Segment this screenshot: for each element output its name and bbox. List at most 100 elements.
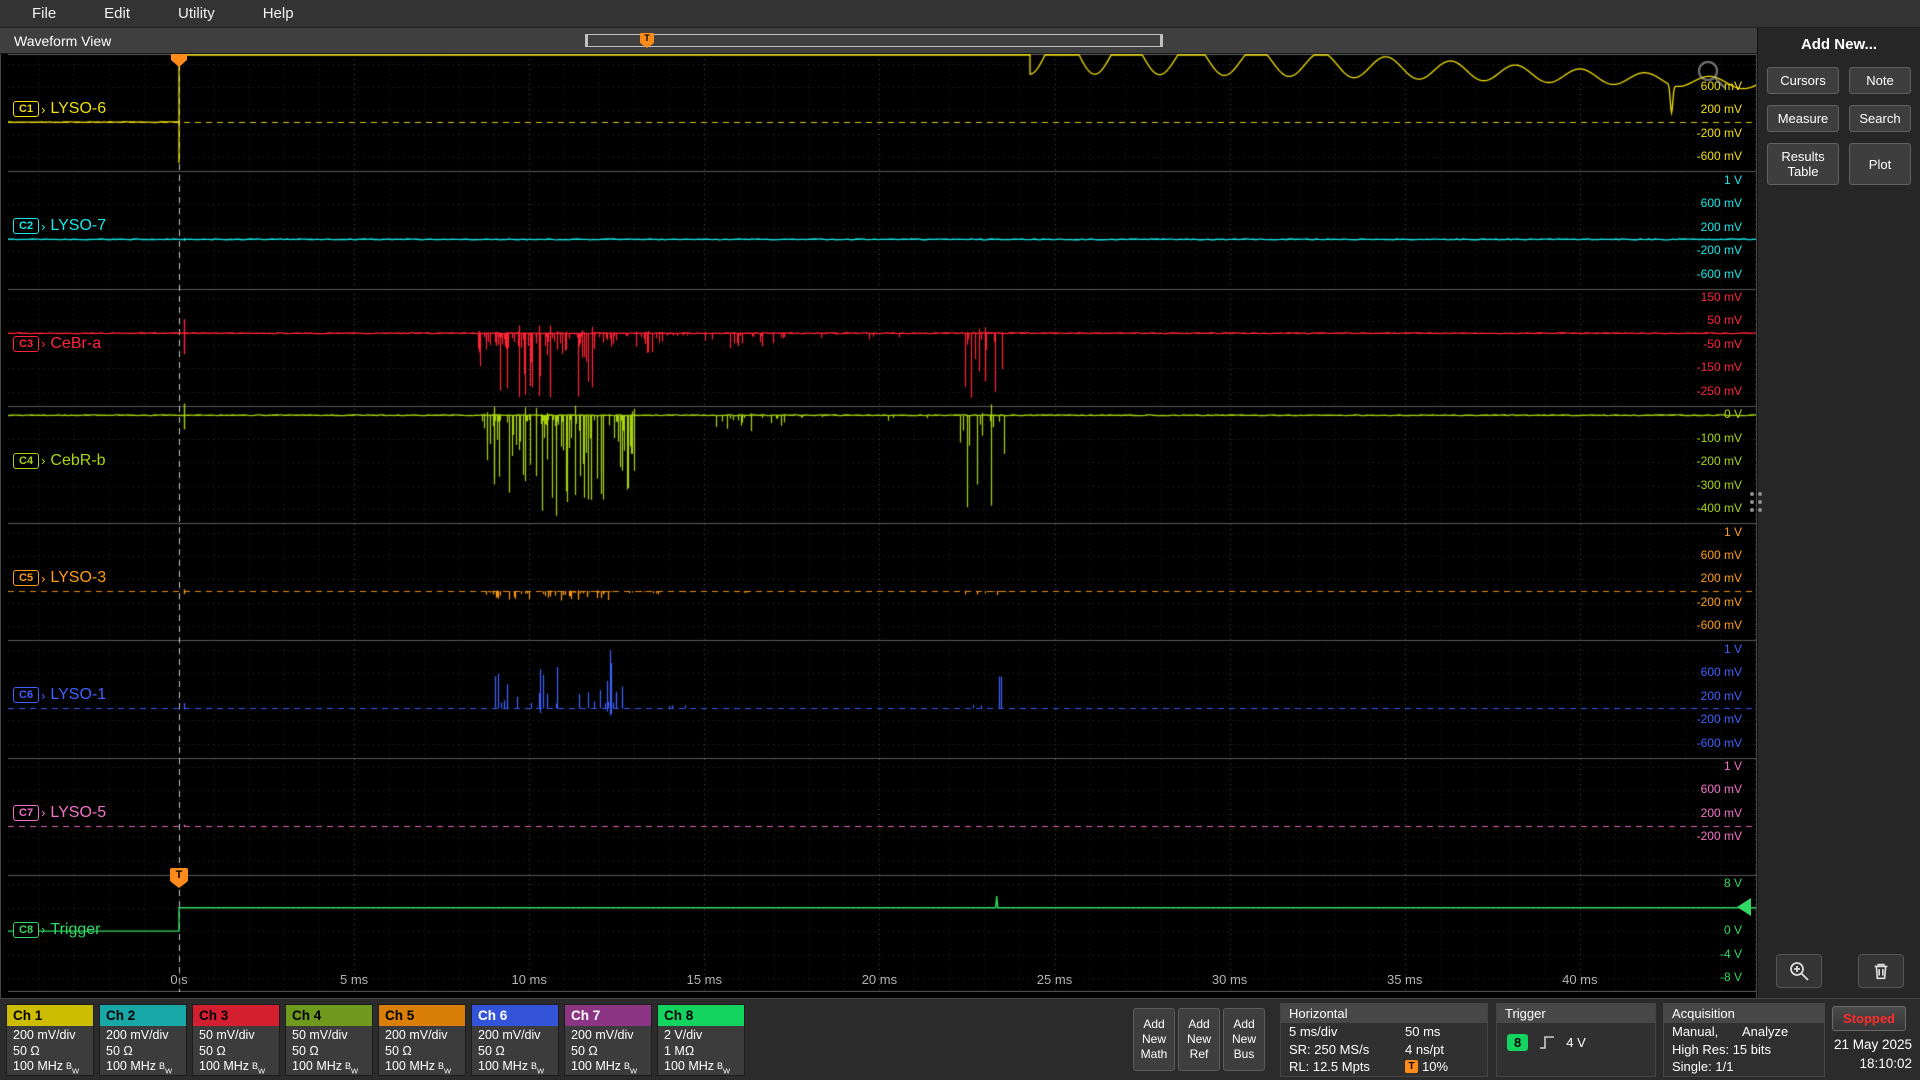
- channel-tag-arrow-icon: ›: [41, 101, 46, 117]
- channel-name-C2: LYSO-7: [50, 217, 107, 235]
- sidebar-button-search[interactable]: Search: [1849, 105, 1911, 132]
- bottom-channel-badge-5[interactable]: Ch 5 200 mV/div 50 Ω 100 MHz BW: [378, 1004, 466, 1076]
- sidebar-button-plot[interactable]: Plot: [1849, 143, 1911, 185]
- panel-drag-handle[interactable]: [1750, 492, 1762, 512]
- channel-tag-arrow-icon: ›: [41, 687, 46, 703]
- channel-tag-C3: C3: [13, 335, 40, 352]
- bottom-channel-badge-3[interactable]: Ch 3 50 mV/div 50 Ω 100 MHz BW: [192, 1004, 280, 1076]
- channel-tag-C6: C6: [13, 687, 40, 704]
- scale-label-C3-4: -250 mV: [1696, 383, 1742, 398]
- time-label: 18:10:02: [1859, 1056, 1912, 1071]
- bottom-channel-badge-1[interactable]: Ch 1 200 mV/div 50 Ω 100 MHz BW: [6, 1004, 94, 1076]
- channel-badge-label: Ch 2: [100, 1005, 186, 1026]
- add-new-title: Add New...: [1800, 36, 1878, 53]
- channel-badge-C3[interactable]: C3 › CeBr-a: [13, 335, 101, 353]
- channel-badge-C7[interactable]: C7 › LYSO-5: [13, 804, 106, 822]
- channel-name-C6: LYSO-1: [50, 686, 107, 704]
- trigger-level-t-icon: T: [170, 868, 188, 882]
- scale-label-C1-3: -600 mV: [1696, 149, 1742, 164]
- horizontal-panel[interactable]: Horizontal 5 ms/div 50 ms SR: 250 MS/s 4 n…: [1280, 1003, 1488, 1077]
- trigger-panel[interactable]: Trigger 8 4 V: [1496, 1003, 1656, 1077]
- scale-label-C4-1: -100 mV: [1696, 430, 1742, 445]
- horizontal-scale: 5 ms/div: [1289, 1024, 1338, 1039]
- scale-label-C2-4: -600 mV: [1696, 266, 1742, 281]
- setting-line: 100 MHz BW: [664, 1059, 731, 1076]
- channel8-reference-arrow-icon[interactable]: [1737, 898, 1751, 916]
- scale-label-C5-4: -600 mV: [1696, 618, 1742, 633]
- sidebar-button-cursors[interactable]: Cursors: [1767, 67, 1839, 94]
- waveform-canvas[interactable]: [8, 54, 1756, 992]
- scale-label-C7-1: 600 mV: [1700, 782, 1742, 797]
- channel-badge-label: Ch 4: [286, 1005, 372, 1026]
- trigger-position-marker[interactable]: T: [640, 33, 654, 48]
- channel-badge-C4[interactable]: C4 › CebR-b: [13, 452, 106, 470]
- channel-tag-arrow-icon: ›: [41, 805, 46, 820]
- setting-line: 50 Ω: [478, 1043, 505, 1058]
- scale-label-C4-0: 0 V: [1723, 407, 1742, 422]
- setting-line: 50 mV/div: [292, 1028, 348, 1042]
- menu-file[interactable]: File: [8, 5, 80, 22]
- channel-badge-C6[interactable]: C6 › LYSO-1: [13, 686, 106, 704]
- channel-badge-settings: 200 mV/div 50 Ω 100 MHz BW: [7, 1026, 93, 1076]
- setting-line: 50 Ω: [13, 1043, 40, 1058]
- setting-line: 100 MHz BW: [292, 1059, 359, 1076]
- scale-label-C5-1: 600 mV: [1700, 547, 1742, 562]
- horizontal-sample-rate: SR: 250 MS/s: [1289, 1041, 1370, 1057]
- channel-name-C7: LYSO-5: [50, 803, 107, 821]
- setting-line: 50 Ω: [106, 1043, 133, 1058]
- add-new-ref-button[interactable]: Add New Ref: [1178, 1008, 1220, 1071]
- menu-edit[interactable]: Edit: [80, 5, 154, 22]
- scale-label-C3-3: -150 mV: [1696, 360, 1742, 375]
- sidebar-button-note[interactable]: Note: [1849, 67, 1911, 94]
- add-new-math-button[interactable]: Add New Math: [1133, 1008, 1175, 1071]
- scale-label-C6-4: -600 mV: [1696, 735, 1742, 750]
- setting-line: 100 MHz BW: [106, 1059, 173, 1076]
- scale-label-C3-1: 50 mV: [1707, 313, 1742, 328]
- menu-utility[interactable]: Utility: [154, 5, 239, 22]
- channel-badge-C5[interactable]: C5 › LYSO-3: [13, 569, 106, 587]
- horizontal-resolution: 4 ns/pt: [1405, 1041, 1445, 1057]
- bandwidth-limit-sub: W: [630, 1066, 638, 1076]
- scale-label-C4-3: -300 mV: [1696, 477, 1742, 492]
- bottom-channel-badge-8[interactable]: Ch 82 V/div 1 MΩ 100 MHz BW: [657, 1004, 745, 1076]
- bottom-bar: Ch 1 200 mV/div 50 Ω 100 MHz BW Ch 2 200 mV/di…: [0, 998, 1920, 1080]
- bottom-channel-badge-7[interactable]: Ch 7 200 mV/div 50 Ω 100 MHz BW: [564, 1004, 652, 1076]
- scale-label-C1-1: 200 mV: [1700, 102, 1742, 117]
- menu-help[interactable]: Help: [239, 5, 318, 22]
- zoom-tool-button[interactable]: [1776, 954, 1822, 988]
- channel-tag-arrow-icon: ›: [41, 570, 46, 586]
- trigger-level-marker[interactable]: T: [170, 868, 188, 888]
- channel-badge-C2[interactable]: C2 › LYSO-7: [13, 217, 106, 235]
- setting-line: 50 Ω: [292, 1043, 319, 1058]
- setting-line: 200 mV/div: [478, 1028, 541, 1042]
- bottom-channel-badge-6[interactable]: Ch 6 200 mV/div 50 Ω 100 MHz BW: [471, 1004, 559, 1076]
- trash-icon: [1874, 963, 1888, 980]
- trigger-position-icon: T: [1405, 1060, 1418, 1074]
- run-state-button[interactable]: Stopped: [1832, 1006, 1906, 1031]
- channel-badge-settings: 200 mV/div 50 Ω 100 MHz BW: [565, 1026, 651, 1076]
- scale-label-C7-2: 200 mV: [1700, 805, 1742, 820]
- horizontal-record-length: RL: 12.5 Mpts: [1289, 1059, 1370, 1074]
- add-new-bus-button[interactable]: Add New Bus: [1223, 1008, 1265, 1071]
- scale-label-C6-2: 200 mV: [1700, 688, 1742, 703]
- horizontal-position: 10%: [1422, 1059, 1449, 1074]
- rising-edge-icon: [1540, 1036, 1555, 1049]
- sidebar-button-measure[interactable]: Measure: [1767, 105, 1839, 132]
- trigger-level-value: 4 V: [1566, 1034, 1586, 1050]
- scale-label-C8-1: 0 V: [1723, 923, 1742, 938]
- waveform-plot[interactable]: T C1 › LYSO-6 600 mV 200 mV -200 mV -600 mV C2 ›…: [0, 54, 1757, 998]
- sidebar-button-results-table[interactable]: Results Table: [1767, 143, 1839, 185]
- scale-label-C2-2: 200 mV: [1700, 219, 1742, 234]
- acquisition-single: Single: 1/1: [1672, 1059, 1734, 1074]
- bottom-channel-badge-4[interactable]: Ch 4 50 mV/div 50 Ω 100 MHz BW: [285, 1004, 373, 1076]
- trash-button[interactable]: [1858, 954, 1904, 988]
- time-axis-label-0: 0 s: [170, 972, 188, 987]
- channel-badge-C1[interactable]: C1 › LYSO-6: [13, 100, 106, 118]
- trigger-time-marker[interactable]: [171, 54, 187, 67]
- channel-badge-C8[interactable]: C8 › Trigger: [13, 921, 101, 939]
- bottom-channel-badge-2[interactable]: Ch 2 200 mV/div 50 Ω 100 MHz BW: [99, 1004, 187, 1076]
- horizontal-position-overview[interactable]: T: [585, 33, 1163, 48]
- channel-badge-label: Ch 5: [379, 1005, 465, 1026]
- channel-badge-label: Ch 7: [565, 1005, 651, 1026]
- scale-label-C6-0: 1 V: [1723, 641, 1742, 656]
